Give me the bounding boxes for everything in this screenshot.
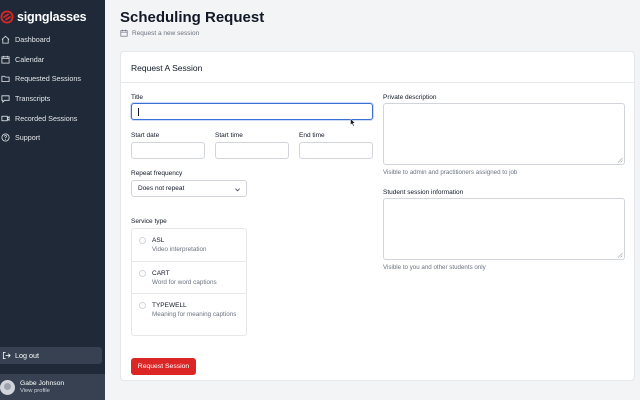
page-subtitle-text: Request a new session — [132, 29, 200, 37]
title-label: Title — [131, 94, 144, 101]
radio-button[interactable] — [139, 302, 146, 309]
mouse-cursor-icon — [350, 118, 356, 127]
service-description: Word for word captions — [152, 279, 217, 286]
sidebar-item-label: Dashboard — [15, 35, 51, 45]
private-description-hint: Visible to admin and practitioners assig… — [383, 169, 518, 176]
sidebar-item-support[interactable]: Support — [0, 128, 105, 148]
private-description-textarea[interactable] — [383, 103, 625, 165]
resize-handle-icon[interactable] — [617, 157, 623, 163]
service-option-cart[interactable]: CART Word for word captions — [132, 261, 246, 293]
sidebar-item-calendar[interactable]: Calendar — [0, 50, 105, 70]
chat-icon — [1, 95, 10, 104]
service-name: CART — [152, 270, 170, 277]
brand-name: signglasses — [17, 10, 87, 24]
service-description: Video interpretation — [152, 246, 207, 253]
title-input[interactable] — [131, 103, 373, 120]
resize-handle-icon[interactable] — [617, 252, 623, 258]
request-session-button[interactable]: Request Session — [131, 358, 196, 375]
radio-button[interactable] — [139, 237, 146, 244]
calendar-icon — [120, 29, 128, 37]
sidebar-item-recorded-sessions[interactable]: Recorded Sessions — [0, 108, 105, 128]
page-subtitle: Request a new session — [120, 29, 199, 37]
brand-logo[interactable]: signglasses — [0, 9, 87, 25]
logout-label: Log out — [15, 351, 39, 360]
logout-icon — [2, 351, 11, 360]
end-time-input[interactable] — [299, 142, 373, 159]
home-icon — [1, 36, 10, 44]
sidebar-item-dashboard[interactable]: Dashboard — [0, 30, 105, 50]
logout-button[interactable]: Log out — [0, 347, 102, 364]
repeat-label: Repeat frequency — [131, 170, 183, 177]
sidebar-item-requested-sessions[interactable]: Requested Sessions — [0, 69, 105, 89]
start-date-label: Start date — [131, 132, 160, 139]
service-option-asl[interactable]: ASL Video interpretation — [132, 229, 246, 261]
card-title: Request A Session — [131, 63, 203, 73]
text-caret — [138, 108, 139, 116]
page-title: Scheduling Request — [120, 9, 265, 26]
start-time-label: Start time — [215, 132, 243, 139]
view-profile-link[interactable]: View profile — [20, 388, 64, 394]
service-name: TYPEWELL — [152, 302, 187, 309]
service-type-group: ASL Video interpretation CART Word for w… — [131, 228, 247, 336]
sidebar-item-label: Requested Sessions — [15, 74, 81, 84]
video-icon — [1, 115, 10, 121]
repeat-select[interactable]: Does not repeat — [131, 180, 247, 197]
sidebar-item-label: Recorded Sessions — [15, 113, 78, 123]
card-divider — [121, 82, 634, 83]
brand-icon — [0, 10, 14, 24]
student-info-hint: Visible to you and other students only — [383, 264, 486, 271]
end-time-label: End time — [299, 132, 325, 139]
request-session-card: Request A Session Title Start date Start… — [120, 51, 635, 381]
radio-button[interactable] — [139, 270, 146, 277]
sidebar-nav: Dashboard Calendar Requested Sessions Tr… — [0, 30, 105, 148]
sidebar: signglasses Dashboard Calendar Requested… — [0, 0, 105, 400]
service-type-label: Service type — [131, 218, 167, 225]
user-name: Gabe Johnson — [20, 380, 65, 387]
sidebar-item-label: Transcripts — [15, 94, 51, 104]
start-time-input[interactable] — [215, 142, 289, 159]
avatar — [0, 379, 15, 395]
user-profile[interactable]: Gabe Johnson View profile — [0, 374, 105, 400]
chevron-down-icon — [235, 188, 240, 192]
sidebar-item-transcripts[interactable]: Transcripts — [0, 89, 105, 109]
start-date-input[interactable] — [131, 142, 205, 159]
calendar-icon — [1, 55, 10, 64]
student-info-label: Student session information — [383, 189, 464, 196]
folder-icon — [1, 76, 10, 83]
sidebar-item-label: Calendar — [15, 54, 45, 64]
student-info-textarea[interactable] — [383, 198, 625, 260]
repeat-value: Does not repeat — [138, 185, 185, 192]
service-name: ASL — [152, 237, 165, 244]
help-icon — [1, 133, 10, 142]
service-option-typewell[interactable]: TYPEWELL Meaning for meaning captions — [132, 293, 246, 336]
private-description-label: Private description — [383, 94, 437, 101]
sidebar-item-label: Support — [15, 133, 41, 143]
service-description: Meaning for meaning captions — [152, 311, 237, 318]
